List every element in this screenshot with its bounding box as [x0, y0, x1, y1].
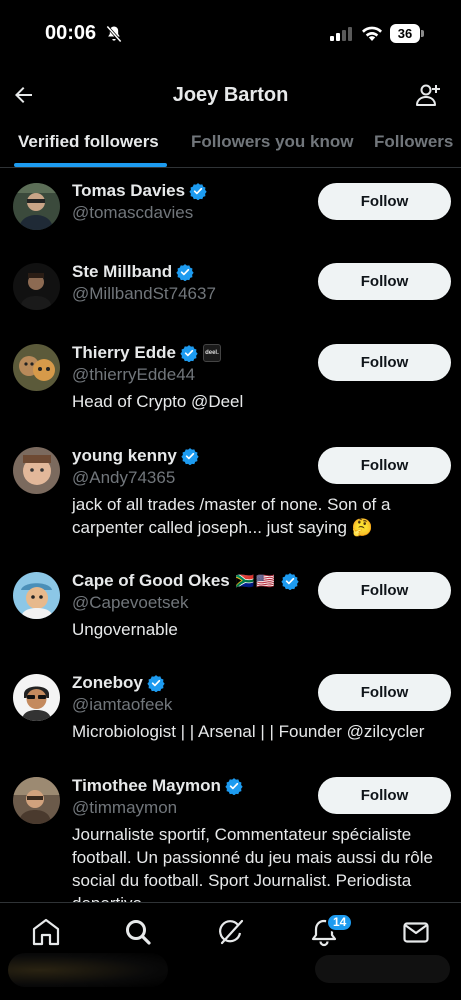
user-handle: @timmaymon	[72, 798, 178, 817]
avatar[interactable]	[13, 447, 60, 494]
wifi-icon	[362, 26, 382, 41]
user-handle: @Andy74365	[72, 468, 176, 487]
user-name[interactable]: young kenny	[72, 446, 177, 466]
battery-tip	[421, 30, 424, 37]
verified-badge-icon	[176, 264, 194, 281]
tab-followers-you-know[interactable]: Followers you know	[191, 132, 353, 152]
follow-button[interactable]: Follow	[318, 447, 451, 484]
battery-indicator: 36	[390, 24, 424, 43]
user-name[interactable]: Cape of Good Okes	[72, 571, 230, 591]
battery-level: 36	[390, 24, 420, 43]
verified-badge-icon	[147, 675, 165, 692]
avatar[interactable]	[13, 263, 60, 310]
user-name[interactable]: Ste Millband	[72, 262, 172, 282]
user-name[interactable]: Timothee Maymon	[72, 776, 221, 796]
avatar[interactable]	[13, 183, 60, 230]
background-blur	[8, 953, 168, 987]
user-handle: @thierryEdde44	[72, 365, 196, 384]
follow-button[interactable]: Follow	[318, 777, 451, 814]
search-icon[interactable]	[123, 917, 153, 947]
verified-badge-icon	[180, 345, 198, 362]
user-handle: @tomascdavies	[72, 203, 194, 222]
background-blur-right	[315, 955, 450, 983]
grok-icon[interactable]	[216, 917, 246, 947]
add-person-icon[interactable]	[414, 81, 442, 109]
avatar[interactable]	[13, 674, 60, 721]
user-bio: Journaliste sportif, Commentateur spécia…	[72, 825, 433, 902]
affiliation-badge[interactable]: deel.	[202, 344, 221, 362]
tab-verified-followers[interactable]: Verified followers	[18, 132, 159, 152]
notification-count-badge: 14	[326, 913, 354, 932]
follow-button[interactable]: Follow	[318, 674, 451, 711]
user-bio: Head of Crypto @Deel	[72, 392, 244, 411]
follow-button[interactable]: Follow	[318, 263, 451, 300]
user-bio: jack of all trades /master of none. Son …	[72, 495, 391, 537]
home-icon[interactable]	[31, 917, 61, 947]
bottom-nav: 14	[0, 902, 461, 1000]
tab-followers[interactable]: Followers	[374, 132, 453, 152]
avatar[interactable]	[13, 777, 60, 824]
user-bio: Ungovernable	[72, 620, 178, 639]
verified-badge-icon	[225, 778, 243, 795]
messages-icon[interactable]	[401, 917, 431, 947]
follow-button[interactable]: Follow	[318, 183, 451, 220]
active-tab-indicator	[14, 163, 167, 167]
verified-badge-icon	[189, 183, 207, 200]
user-name[interactable]: Tomas Davies	[72, 181, 185, 201]
bell-muted-icon	[106, 25, 122, 43]
user-name[interactable]: Thierry Edde	[72, 343, 176, 363]
verified-badge-icon	[281, 573, 299, 590]
user-name-flags: 🇿🇦🇺🇸	[235, 573, 278, 590]
follow-button[interactable]: Follow	[318, 344, 451, 381]
status-bar: 00:06 36	[0, 0, 461, 68]
follower-list[interactable]: Tomas Davies @tomascdavies Follow Ste Mi…	[0, 168, 461, 902]
user-bio: Microbiologist | | Arsenal | | Founder @…	[72, 722, 425, 741]
user-name[interactable]: Zoneboy	[72, 673, 143, 693]
follow-button[interactable]: Follow	[318, 572, 451, 609]
user-handle: @iamtaofeek	[72, 695, 173, 714]
user-handle: @Capevoetsek	[72, 593, 189, 612]
status-time: 00:06	[45, 22, 97, 44]
avatar[interactable]	[13, 572, 60, 619]
avatar[interactable]	[13, 344, 60, 391]
user-handle: @MillbandSt74637	[72, 284, 216, 303]
page-title: Joey Barton	[172, 84, 289, 106]
cellular-signal-icon	[330, 27, 352, 41]
header: Joey Barton	[0, 70, 461, 122]
tab-bar: Verified followers Followers you know Fo…	[0, 122, 461, 168]
verified-badge-icon	[181, 448, 199, 465]
